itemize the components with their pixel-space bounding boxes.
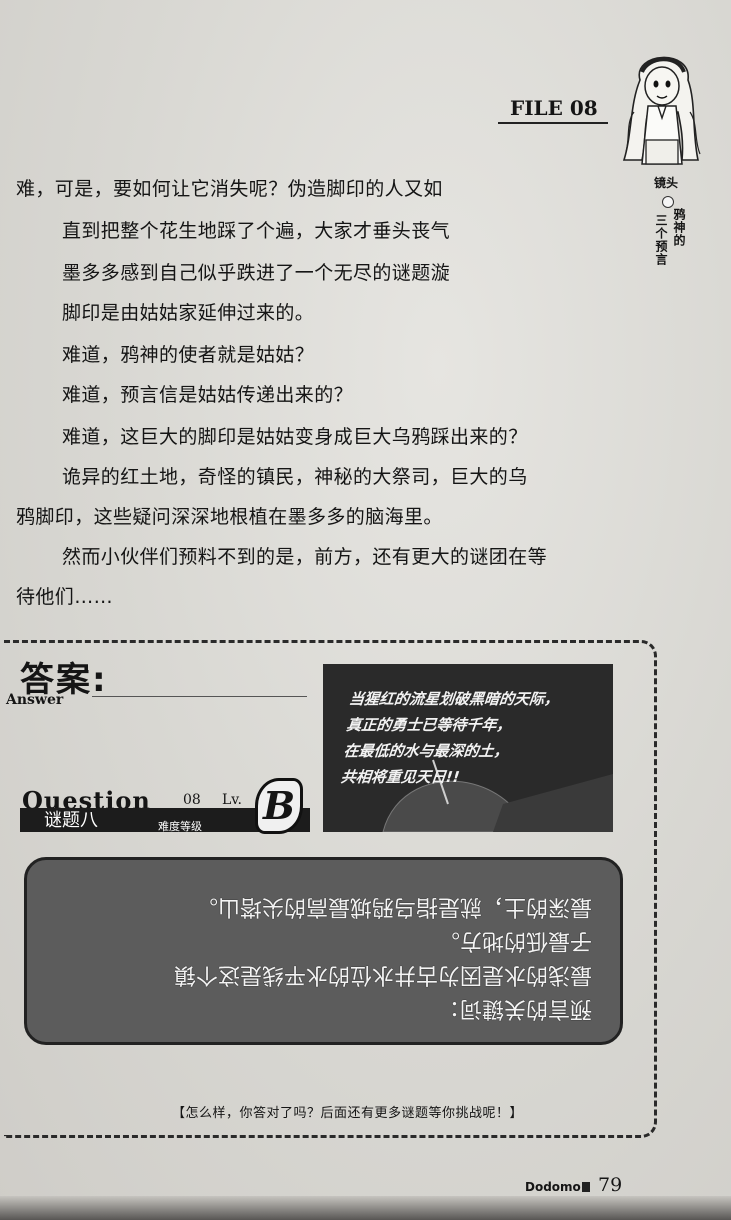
side-label-prophecy: 三个预言 xyxy=(654,214,668,266)
paragraph-line: 直到把整个花生地踩了个遍，大家才垂头丧气 xyxy=(62,220,451,242)
book-icon xyxy=(581,1182,590,1192)
illustration-text: 当猩红的流星划破黑暗的天际， 真正的勇士已等待千年， 在最低的水与最深的土， 共… xyxy=(340,686,561,790)
question-number: 08 xyxy=(183,792,201,808)
hint-box: 预言的关键词： 最浅的水是因为古井水位的水平线是这个镇 子最低的地方。 最深的土… xyxy=(24,857,623,1045)
illustration-line: 真正的勇士已等待千年， xyxy=(345,716,513,734)
paragraph-line: 然而小伙伴们预料不到的是，前方，还有更大的谜团在等 xyxy=(62,546,548,568)
paragraph-line: 难，可是，要如何让它消失呢？伪造脚印的人又如 xyxy=(16,178,443,200)
side-label-lens: 镜头 xyxy=(654,176,679,190)
brand-label: Dodomo xyxy=(525,1180,590,1194)
illustration-line: 在最低的水与最深的土， xyxy=(342,742,510,760)
file-label: FILE 08 xyxy=(510,96,598,120)
paragraph-line: 墨多多感到自己似乎跌进了一个无尽的谜题漩 xyxy=(62,262,451,284)
paragraph-line: 脚印是由姑姑家延伸过来的。 xyxy=(62,302,315,324)
hint-line: 子最低的地方。 xyxy=(437,928,592,953)
answer-underline xyxy=(92,696,307,697)
chapter-side-label: 镜头 三个预言 鸦神的 xyxy=(630,176,702,291)
paragraph-line: 诡异的红土地，奇怪的镇民，神秘的大祭司，巨大的乌 xyxy=(62,466,528,488)
hint-line: 预言的关键词： xyxy=(437,996,592,1021)
grade-badge: B xyxy=(255,778,303,834)
circle-icon xyxy=(662,196,674,208)
paragraph-line: 难道，预言信是姑姑传递出来的？ xyxy=(62,384,354,406)
paragraph-line: 待他们…… xyxy=(16,586,114,608)
hint-line: 最浅的水是因为古井水位的水平线是这个镇 xyxy=(173,962,592,987)
book-page: FILE 08 镜头 三个预言 鸦神的 难，可是，要如何让它消失呢？伪造脚印的人… xyxy=(0,0,731,1220)
brand-text: Dodomo xyxy=(525,1180,581,1194)
page-number: 79 xyxy=(598,1174,623,1196)
page-edge-shadow xyxy=(0,1196,731,1220)
paragraph-line: 难道，这巨大的脚印是姑姑变身成巨大乌鸦踩出来的？ xyxy=(62,426,528,448)
hint-text-upside-down: 预言的关键词： 最浅的水是因为古井水位的水平线是这个镇 子最低的地方。 最深的土… xyxy=(27,860,620,1042)
question-title: 谜题八 xyxy=(44,810,98,831)
prophecy-illustration: 当猩红的流星划破黑暗的天际， 真正的勇士已等待千年， 在最低的水与最深的土， 共… xyxy=(323,664,613,832)
challenge-note: 【怎么样，你答对了吗？后面还有更多谜题等你挑战呢！】 xyxy=(172,1106,524,1121)
girl-portrait-icon xyxy=(622,56,701,165)
side-label-crow-god: 鸦神的 xyxy=(672,208,686,247)
question-level-prefix: Lv. xyxy=(222,792,242,808)
difficulty-label: 难度等级 xyxy=(158,820,202,833)
answer-subtitle: Answer xyxy=(6,692,64,708)
chapter-header: FILE 08 xyxy=(498,92,608,124)
illustration-line: 共相将重见天日!! xyxy=(339,768,461,786)
illustration-line: 当猩红的流星划破黑暗的天际， xyxy=(348,690,561,708)
paragraph-line: 难道，鸦神的使者就是姑姑？ xyxy=(62,344,315,366)
paragraph-line: 鸦脚印，这些疑问深深地根植在墨多多的脑海里。 xyxy=(16,506,443,528)
hint-line: 最深的土，就是指乌鸦城最高的尖塔山。 xyxy=(195,894,592,919)
